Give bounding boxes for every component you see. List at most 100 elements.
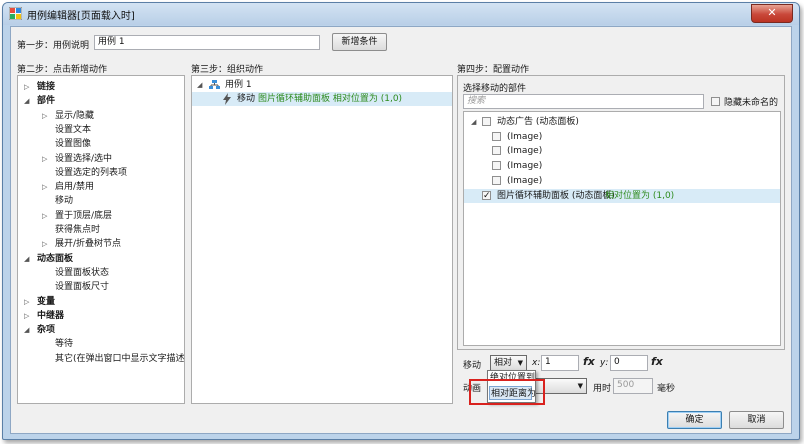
- time-input[interactable]: 500: [613, 378, 653, 394]
- search-input[interactable]: 搜索: [463, 94, 704, 109]
- widget-item[interactable]: 图片循环辅助面板 (动态面板)相对位置为 (1,0): [464, 188, 780, 203]
- x-fx-button[interactable]: fx: [583, 355, 595, 368]
- action-item[interactable]: ▷ 启用/禁用: [18, 180, 184, 194]
- collapse-arrow-icon[interactable]: ◢: [24, 323, 29, 337]
- expand-arrow-icon[interactable]: ▷: [42, 180, 47, 194]
- move-label: 移动: [463, 361, 482, 371]
- actions-tree: ▷ 链接 ◢ 部件 ▷ 显示/隐藏 设置文本 设置图像 ▷ 设置选择/选中 设置选定的列表项 ▷ 启用/…: [17, 75, 185, 404]
- action-item[interactable]: ◢ 动态面板: [18, 252, 184, 266]
- action-item[interactable]: 设置面板尺寸: [18, 280, 184, 294]
- action-item-label: 设置面板尺寸: [55, 282, 110, 293]
- expand-arrow-icon[interactable]: ◢: [197, 78, 202, 92]
- action-item-label: 链接: [37, 82, 56, 92]
- action-item-label: 获得焦点时: [55, 225, 101, 235]
- action-item[interactable]: ▷ 展开/折叠树节点: [18, 237, 184, 251]
- use-case-description-input[interactable]: 用例 1: [94, 35, 320, 50]
- widget-checkbox[interactable]: [492, 146, 501, 156]
- action-item[interactable]: 设置文本: [18, 123, 184, 137]
- action-item[interactable]: 设置图像: [18, 137, 184, 151]
- action-row[interactable]: 移动 图片循环辅助面板 相对位置为 (1,0): [192, 92, 452, 106]
- close-button[interactable]: ✕: [751, 4, 793, 23]
- widget-label: 图片循环辅助面板 (动态面板): [497, 190, 615, 201]
- select-widget-label: 选择移动的部件: [463, 84, 527, 94]
- action-item[interactable]: ▷ 设置选择/选中: [18, 152, 184, 166]
- action-item[interactable]: 设置面板状态: [18, 266, 184, 280]
- action-item-label: 变量: [37, 296, 56, 307]
- cancel-button[interactable]: 取消: [729, 411, 784, 429]
- widget-item[interactable]: (Image): [464, 144, 780, 158]
- chevron-down-icon: ▼: [517, 359, 523, 367]
- action-target: 图片循环辅助面板 相对位置为 (1,0): [258, 94, 403, 104]
- time-unit-label: 毫秒: [657, 384, 676, 394]
- action-item[interactable]: ▷ 置于顶层/底层: [18, 209, 184, 223]
- action-item[interactable]: 等待: [18, 337, 184, 351]
- add-condition-button[interactable]: 新增条件: [332, 33, 387, 51]
- step4-label: 第四步：配置动作: [457, 65, 530, 75]
- action-item[interactable]: ▷ 变量: [18, 295, 184, 309]
- window-title: 用例编辑器[页面载入时]: [27, 11, 135, 22]
- expand-arrow-icon[interactable]: ▷: [42, 109, 47, 123]
- action-item[interactable]: 获得焦点时: [18, 223, 184, 237]
- widget-item[interactable]: (Image): [464, 174, 780, 188]
- ok-button[interactable]: 确定: [667, 411, 722, 429]
- widget-item[interactable]: (Image): [464, 159, 780, 173]
- widget-checkbox[interactable]: [492, 175, 501, 185]
- highlight-box: [469, 379, 545, 405]
- collapse-arrow-icon[interactable]: ◢: [471, 115, 476, 129]
- move-mode-value: 相对: [494, 358, 513, 368]
- widget-label: (Image): [507, 131, 543, 142]
- action-item-label: 设置选定的列表项: [55, 167, 128, 178]
- hide-unnamed-label: 隐藏未命名的: [724, 98, 779, 108]
- step3-label: 第三步：组织动作: [191, 65, 264, 75]
- action-item-label: 设置面板状态: [55, 267, 110, 278]
- case-node[interactable]: ◢ 用例 1: [192, 78, 452, 92]
- action-item[interactable]: ▷ 链接: [18, 80, 184, 94]
- organize-actions-tree: ◢ 用例 1 移动 图片循环辅助面板 相对位置为 (1,0): [191, 75, 453, 404]
- time-label: 用时: [593, 384, 612, 394]
- hide-unnamed-checkbox[interactable]: [711, 97, 720, 106]
- lightning-icon: [223, 93, 231, 105]
- expand-arrow-icon[interactable]: ▷: [42, 237, 47, 251]
- action-item-label: 显示/隐藏: [55, 110, 95, 121]
- expand-arrow-icon[interactable]: ▷: [24, 80, 29, 94]
- step2-label: 第二步：点击新增动作: [17, 65, 108, 75]
- collapse-arrow-icon[interactable]: ◢: [24, 252, 29, 266]
- action-item[interactable]: ▷ 显示/隐藏: [18, 109, 184, 123]
- action-item[interactable]: 移动: [18, 194, 184, 208]
- action-item[interactable]: ◢ 杂项: [18, 323, 184, 337]
- expand-arrow-icon[interactable]: ▷: [24, 295, 29, 309]
- widget-label: (Image): [507, 175, 543, 186]
- action-item[interactable]: ▷ 中继器: [18, 309, 184, 323]
- widget-label: (Image): [507, 146, 543, 157]
- close-icon: ✕: [767, 6, 777, 19]
- title-bar: 用例编辑器[页面载入时] ✕: [3, 3, 799, 25]
- action-item[interactable]: ◢ 部件: [18, 94, 184, 108]
- expand-arrow-icon[interactable]: ▷: [42, 209, 47, 223]
- action-item-label: 其它(在弹出窗口中显示文字描述): [55, 353, 185, 364]
- widget-checkbox[interactable]: [482, 117, 491, 126]
- y-label: y:: [600, 358, 609, 368]
- action-item-label: 杂项: [37, 325, 56, 336]
- expand-arrow-icon[interactable]: ▷: [42, 152, 47, 166]
- action-item-label: 移动: [55, 196, 74, 207]
- action-item-label: 中继器: [37, 310, 65, 321]
- widget-item[interactable]: ◢ 动态广告 (动态面板): [464, 115, 780, 129]
- widget-label: (Image): [507, 161, 543, 172]
- widget-checkbox[interactable]: [492, 131, 501, 141]
- expand-arrow-icon[interactable]: ▷: [24, 309, 29, 323]
- widget-item[interactable]: (Image): [464, 130, 780, 144]
- widget-checkbox[interactable]: [492, 161, 501, 171]
- y-fx-button[interactable]: fx: [651, 355, 663, 368]
- action-item-label: 置于顶层/底层: [55, 210, 113, 221]
- action-item-label: 设置选择/选中: [55, 153, 113, 164]
- case-tree-icon: [209, 80, 220, 89]
- move-mode-dropdown[interactable]: 相对 ▼: [490, 355, 527, 371]
- widget-tree: ◢ 动态广告 (动态面板) (Image) (Image) (Image) (Image)…: [463, 111, 781, 346]
- x-value-input[interactable]: 1: [541, 355, 579, 371]
- widget-checkbox[interactable]: [482, 189, 491, 203]
- action-item[interactable]: 设置选定的列表项: [18, 166, 184, 180]
- y-value-input[interactable]: 0: [610, 355, 648, 371]
- case-label: 用例 1: [225, 80, 252, 90]
- collapse-arrow-icon[interactable]: ◢: [24, 94, 29, 108]
- action-item[interactable]: 其它(在弹出窗口中显示文字描述): [18, 352, 184, 366]
